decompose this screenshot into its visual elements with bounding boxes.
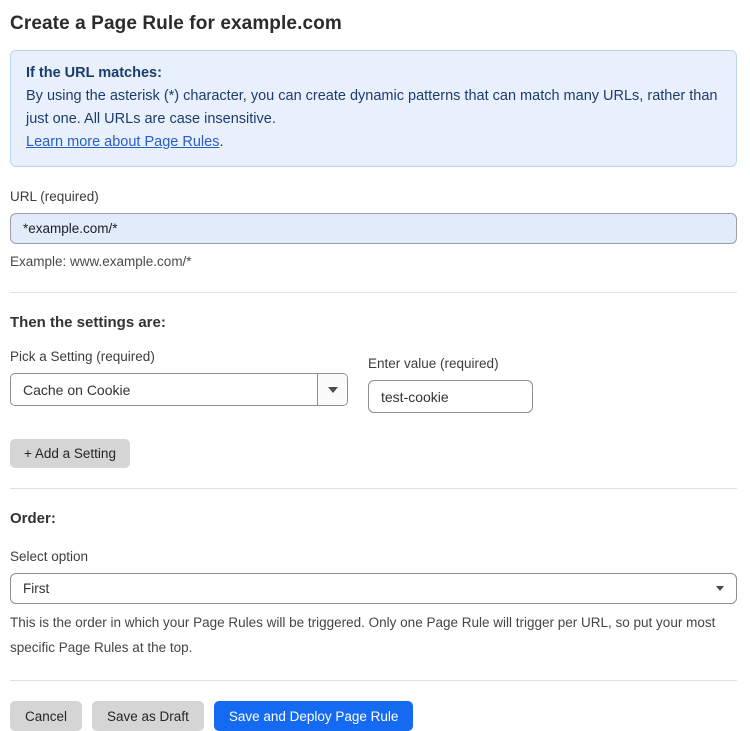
order-section-heading: Order: xyxy=(10,510,56,527)
url-input[interactable] xyxy=(10,213,737,244)
divider-footer xyxy=(10,680,737,681)
setting-value-label: Enter value (required) xyxy=(368,356,499,371)
settings-row: Pick a Setting (required) Cache on Cooki… xyxy=(10,331,737,413)
setting-value-column: Enter value (required) xyxy=(368,331,533,413)
setting-picker-arrow-box[interactable] xyxy=(317,374,347,405)
save-deploy-button[interactable]: Save and Deploy Page Rule xyxy=(213,701,414,731)
order-chevron-down-icon xyxy=(716,586,724,591)
learn-more-link[interactable]: Learn more about Page Rules xyxy=(26,134,219,150)
divider-url-settings xyxy=(10,292,737,293)
info-heading: If the URL matches: xyxy=(26,65,162,81)
settings-section-heading: Then the settings are: xyxy=(10,314,166,331)
order-select-value: First xyxy=(23,581,50,596)
setting-picker-label: Pick a Setting (required) xyxy=(10,349,155,364)
order-select[interactable]: First xyxy=(10,573,737,604)
setting-picker-value: Cache on Cookie xyxy=(23,381,131,398)
add-setting-button[interactable]: + Add a Setting xyxy=(10,439,130,468)
save-draft-button[interactable]: Save as Draft xyxy=(92,701,204,731)
footer-actions: Cancel Save as Draft Save and Deploy Pag… xyxy=(10,701,737,731)
order-helper-text: This is the order in which your Page Rul… xyxy=(10,615,716,655)
url-field-label: URL (required) xyxy=(10,189,99,204)
order-select-label: Select option xyxy=(10,549,89,564)
info-body-text: By using the asterisk (*) character, you… xyxy=(26,88,718,127)
cancel-button[interactable]: Cancel xyxy=(10,701,83,731)
url-example-helper: Example: www.example.com/* xyxy=(10,254,192,269)
page-title: Create a Page Rule for example.com xyxy=(10,13,342,34)
page-rule-form: Create a Page Rule for example.com If th… xyxy=(0,0,750,731)
info-link-line: Learn more about Page Rules. xyxy=(26,131,721,154)
chevron-down-icon xyxy=(327,386,338,393)
link-suffix: . xyxy=(219,134,224,150)
divider-settings-order xyxy=(10,488,737,489)
url-match-info-callout: If the URL matches: By using the asteris… xyxy=(10,50,737,167)
setting-value-input[interactable] xyxy=(368,380,533,413)
setting-picker-column: Pick a Setting (required) Cache on Cooki… xyxy=(10,331,348,413)
setting-picker-dropdown[interactable]: Cache on Cookie xyxy=(10,373,348,406)
